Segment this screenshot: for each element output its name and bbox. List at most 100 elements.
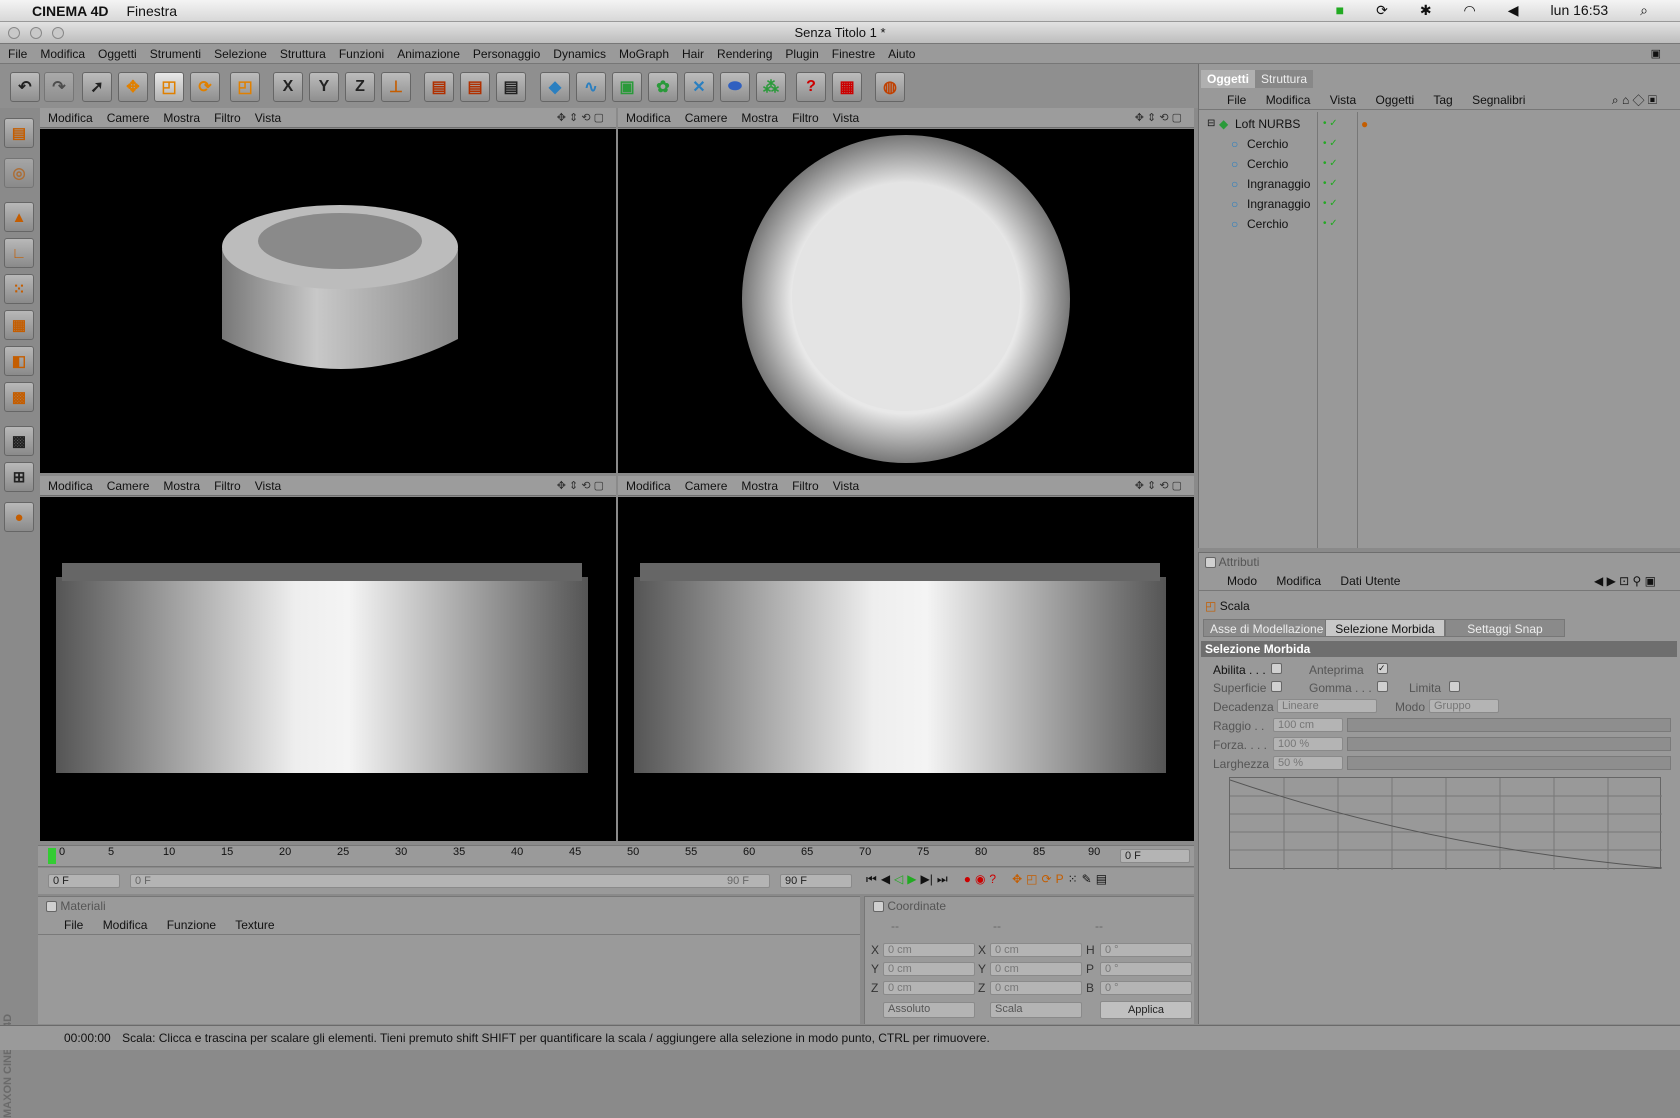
key-menu-icon[interactable]: ▤ (1096, 872, 1107, 887)
visibility-icon[interactable]: • ✓ (1323, 194, 1338, 214)
help-icon[interactable]: ? (796, 72, 826, 102)
tab-selezione-morbida[interactable]: Selezione Morbida (1325, 619, 1445, 637)
menu-strumenti[interactable]: Strumenti (150, 47, 201, 61)
window-menu[interactable]: Finestra (127, 3, 178, 19)
vp3-vista[interactable]: Vista (255, 479, 281, 493)
object-row-loft[interactable]: ⊟ ◆ Loft NURBS • ✓ ● (1199, 114, 1639, 134)
object-name[interactable]: Ingranaggio (1247, 174, 1310, 194)
end-frame-field[interactable]: 90 F (780, 874, 852, 888)
vp2-filtro[interactable]: Filtro (792, 111, 819, 125)
model-mode-icon[interactable]: ◎ (4, 158, 34, 188)
materials-texture[interactable]: Texture (235, 918, 274, 932)
attr-nav-icon[interactable]: ◀ ▶ ⊡ ⚲ ▣ (1594, 571, 1656, 591)
object-row[interactable]: ○ Cerchio • ✓ (1199, 134, 1639, 154)
vp1-filtro[interactable]: Filtro (214, 111, 241, 125)
object-name[interactable]: Cerchio (1247, 134, 1288, 154)
viewport-perspective[interactable] (40, 129, 616, 473)
obj-tag[interactable]: Tag (1433, 93, 1452, 107)
key-scale-icon[interactable]: ◰ (1026, 872, 1037, 887)
clock[interactable]: lun 16:53 (1551, 2, 1609, 19)
materials-checkbox[interactable] (46, 901, 57, 913)
obj-oggetti[interactable]: Oggetti (1376, 93, 1415, 107)
tag-icon[interactable]: ● (1361, 114, 1368, 134)
visibility-icon[interactable]: • ✓ (1323, 174, 1338, 194)
play-back-icon[interactable]: ◁ (894, 872, 903, 887)
menu-plugin[interactable]: Plugin (785, 47, 818, 61)
app-menu[interactable]: CINEMA 4D (32, 3, 109, 19)
object-name[interactable]: Ingranaggio (1247, 194, 1310, 214)
object-row[interactable]: ○ Ingranaggio • ✓ (1199, 194, 1639, 214)
menu-dynamics[interactable]: Dynamics (553, 47, 606, 61)
obj-file[interactable]: File (1227, 93, 1246, 107)
visibility-icon[interactable]: • ✓ (1323, 214, 1338, 234)
vp2-modifica[interactable]: Modifica (626, 111, 671, 125)
menu-personaggio[interactable]: Personaggio (473, 47, 540, 61)
coordinate-system-icon[interactable]: ⊥ (381, 72, 411, 102)
rotate-icon[interactable]: ⟳ (190, 72, 220, 102)
viewport-controls-icon[interactable]: ✥ ⇕ ⟲ ▢ (557, 108, 604, 128)
expand-icon[interactable]: ⊟ (1207, 114, 1215, 134)
undo-icon[interactable]: ↶ (10, 72, 40, 102)
pos-x-field[interactable]: 0 cm (883, 943, 975, 957)
volume-icon[interactable]: ◀ (1508, 2, 1519, 19)
pos-y-field[interactable]: 0 cm (883, 962, 975, 976)
object-row[interactable]: ○ Ingranaggio • ✓ (1199, 174, 1639, 194)
scene-icon[interactable]: ⬬ (720, 72, 750, 102)
menu-hair[interactable]: Hair (682, 47, 704, 61)
vp3-mostra[interactable]: Mostra (163, 479, 200, 493)
render-view-icon[interactable]: ▤ (424, 72, 454, 102)
obj-modifica[interactable]: Modifica (1266, 93, 1311, 107)
obj-tools-icon[interactable]: ⌕ ⌂ ◇ ▣ (1612, 90, 1657, 110)
visibility-icon[interactable]: • ✓ (1323, 114, 1338, 134)
spotlight-icon[interactable]: ⌕ (1640, 2, 1648, 19)
calendar-icon[interactable]: ▦ (832, 72, 862, 102)
tab-oggetti[interactable]: Oggetti (1201, 70, 1255, 88)
axis-y-button[interactable]: Y (309, 72, 339, 102)
wifi-icon[interactable]: ◠ (1464, 2, 1476, 19)
start-frame-field[interactable]: 0 F (48, 874, 120, 888)
spline-icon[interactable]: ∿ (576, 72, 606, 102)
object-name[interactable]: Cerchio (1247, 154, 1288, 174)
object-name[interactable]: Loft NURBS (1235, 114, 1300, 134)
menu-file[interactable]: File (8, 47, 27, 61)
viewport-top[interactable] (618, 129, 1194, 473)
modo-select[interactable]: Gruppo (1429, 699, 1499, 713)
viewport-controls-icon[interactable]: ✥ ⇕ ⟲ ▢ (1135, 108, 1182, 128)
play-icon[interactable]: ▶ (907, 872, 916, 887)
keyframe-help-icon[interactable]: ? (989, 872, 996, 887)
size-z-field[interactable]: 0 cm (990, 981, 1082, 995)
key-tool-icon[interactable]: ✎ (1082, 872, 1092, 887)
array-icon[interactable]: ✿ (648, 72, 678, 102)
viewport-right[interactable] (40, 497, 616, 841)
web-icon[interactable]: ◍ (875, 72, 905, 102)
attributes-checkbox[interactable] (1205, 557, 1216, 569)
apply-button[interactable]: Applica (1100, 1001, 1192, 1019)
go-start-icon[interactable]: ⏮ (866, 872, 877, 887)
materials-file[interactable]: File (64, 918, 83, 932)
key-param-icon[interactable]: P (1056, 872, 1064, 887)
vp2-vista[interactable]: Vista (833, 111, 859, 125)
coords-checkbox[interactable] (873, 901, 884, 913)
key-rotation-icon[interactable]: ⟳ (1042, 872, 1052, 887)
axis-z-button[interactable]: Z (345, 72, 375, 102)
menu-oggetti[interactable]: Oggetti (98, 47, 137, 61)
menu-animazione[interactable]: Animazione (397, 47, 460, 61)
tab-settaggi-snap[interactable]: Settaggi Snap (1445, 619, 1565, 637)
sculpt-icon[interactable]: ● (4, 502, 34, 532)
polygons-mode-icon[interactable]: ◧ (4, 346, 34, 376)
timeline-ruler[interactable]: 0 5 10 15 20 25 30 35 40 45 50 55 60 65 … (38, 845, 1194, 867)
abilita-checkbox[interactable] (1271, 663, 1282, 674)
texture-mode-icon[interactable]: ▩ (4, 382, 34, 412)
menu-selezione[interactable]: Selezione (214, 47, 267, 61)
decadenza-select[interactable]: Lineare (1277, 699, 1377, 713)
render-settings-icon[interactable]: ▤ (496, 72, 526, 102)
checker-icon[interactable]: ▩ (4, 426, 34, 456)
edges-mode-icon[interactable]: ▦ (4, 310, 34, 340)
zoom-icon[interactable] (52, 27, 64, 39)
particles-icon[interactable]: ⁂ (756, 72, 786, 102)
attr-modo[interactable]: Modo (1227, 574, 1257, 588)
redo-icon[interactable]: ↷ (44, 72, 74, 102)
rot-h-field[interactable]: 0 ° (1100, 943, 1192, 957)
obj-segnalibri[interactable]: Segnalibri (1472, 93, 1525, 107)
axis-mode-icon[interactable]: ∟ (4, 238, 34, 268)
